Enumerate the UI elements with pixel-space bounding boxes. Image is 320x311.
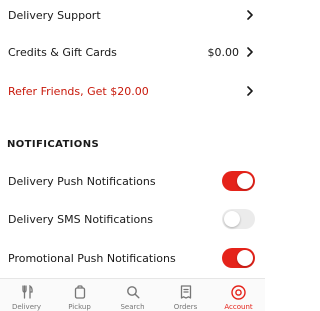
tab-label: Pickup bbox=[68, 303, 91, 311]
delivery-sms-toggle[interactable] bbox=[222, 209, 255, 229]
bottom-tab-bar: Delivery Pickup Search Orders Account bbox=[0, 278, 265, 311]
tab-delivery[interactable]: Delivery bbox=[0, 279, 53, 311]
tab-pickup[interactable]: Pickup bbox=[53, 279, 106, 311]
chevron-right-icon bbox=[245, 10, 255, 20]
notifications-section-title: NOTIFICATIONS bbox=[7, 139, 100, 150]
refer-friends-label: Refer Friends, Get $20.00 bbox=[8, 84, 149, 98]
credits-label: Credits & Gift Cards bbox=[8, 45, 117, 59]
search-icon bbox=[125, 284, 141, 300]
account-screen: Delivery Support Credits & Gift Cards $0… bbox=[0, 0, 265, 311]
notification-label: Delivery SMS Notifications bbox=[8, 212, 153, 226]
toggle-knob bbox=[224, 211, 240, 227]
tab-label: Orders bbox=[173, 303, 198, 311]
toggle-knob bbox=[237, 173, 253, 189]
delivery-support-row[interactable]: Delivery Support bbox=[0, 5, 265, 25]
tab-account[interactable]: Account bbox=[212, 279, 265, 311]
delivery-support-label: Delivery Support bbox=[8, 8, 101, 22]
refer-friends-row[interactable]: Refer Friends, Get $20.00 bbox=[0, 81, 265, 101]
receipt-icon bbox=[178, 284, 194, 300]
delivery-push-toggle[interactable] bbox=[222, 171, 255, 191]
fork-knife-icon bbox=[19, 284, 35, 300]
tab-label: Delivery bbox=[11, 303, 42, 311]
tab-label: Search bbox=[120, 303, 145, 311]
notification-label: Promotional Push Notifications bbox=[8, 251, 176, 265]
toggle-knob bbox=[237, 250, 253, 266]
bag-icon bbox=[72, 284, 88, 300]
tab-search[interactable]: Search bbox=[106, 279, 159, 311]
tab-label: Account bbox=[224, 303, 253, 311]
credits-gift-cards-row[interactable]: Credits & Gift Cards $0.00 bbox=[0, 42, 265, 62]
promotional-push-toggle[interactable] bbox=[222, 248, 255, 268]
account-icon bbox=[231, 284, 247, 300]
chevron-right-icon bbox=[245, 86, 255, 96]
tab-orders[interactable]: Orders bbox=[159, 279, 212, 311]
credits-value: $0.00 bbox=[207, 45, 240, 59]
chevron-right-icon bbox=[245, 47, 255, 57]
notification-label: Delivery Push Notifications bbox=[8, 174, 156, 188]
